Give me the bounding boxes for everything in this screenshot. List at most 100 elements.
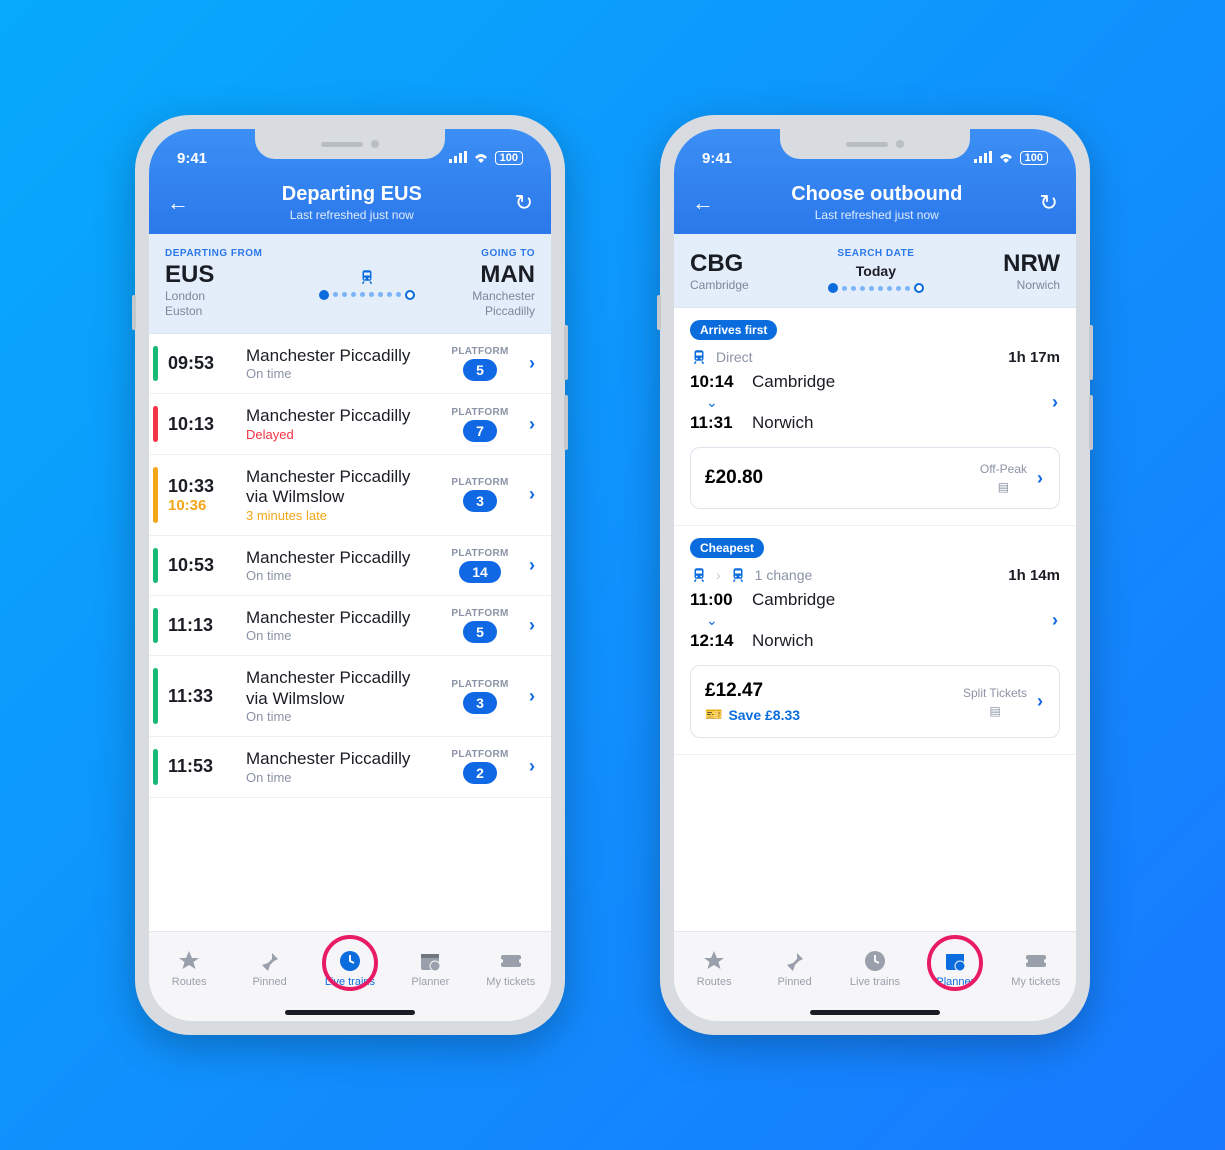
departure-row[interactable]: 11:33Manchester Piccadilly via WilmslowO… <box>149 656 551 737</box>
highlight-circle <box>322 935 378 991</box>
status-stripe <box>153 749 158 784</box>
platform-number: 14 <box>459 561 501 583</box>
home-indicator[interactable] <box>810 1010 940 1015</box>
actual-time: 10:36 <box>168 497 236 514</box>
from-code: CBG <box>690 250 749 278</box>
status-text: Delayed <box>246 427 433 442</box>
destination: Manchester Piccadilly <box>246 608 433 628</box>
changes-text: Direct <box>716 349 753 365</box>
tab-pinned[interactable]: Pinned <box>759 949 831 988</box>
phone-left: 9:41 100 ← Departing EUS Last refreshed … <box>135 115 565 1035</box>
destination: Manchester Piccadilly <box>246 749 433 769</box>
departure-time: 10:13 <box>168 414 236 435</box>
status-text: On time <box>246 628 433 643</box>
tab-planner[interactable]: Planner <box>394 949 466 988</box>
platform-number: 2 <box>463 762 497 784</box>
chevron-right-icon: › <box>1050 392 1060 413</box>
journey-card[interactable]: Cheapest›1 change1h 14m11:00Cambridge⌄12… <box>674 526 1076 755</box>
platform-label: PLATFORM <box>443 477 517 488</box>
tab-live-trains[interactable]: Live trains <box>314 949 386 988</box>
tab-tickets[interactable]: My tickets <box>475 949 547 988</box>
status-text: On time <box>246 366 433 381</box>
train-icon <box>690 566 708 584</box>
chevron-right-icon: › <box>1035 691 1045 712</box>
tab-routes[interactable]: Routes <box>153 949 225 988</box>
departure-time: 11:13 <box>168 615 236 636</box>
from-code: EUS <box>165 261 262 289</box>
back-button[interactable]: ← <box>692 190 714 216</box>
chevron-right-icon: › <box>527 484 537 505</box>
from-name: London Euston <box>165 289 262 319</box>
page-title: Departing EUS <box>282 183 422 206</box>
platform-label: PLATFORM <box>443 407 517 418</box>
fare-box[interactable]: £20.80Off-Peak▤› <box>690 447 1060 509</box>
to-name: Norwich <box>1003 278 1060 293</box>
chevron-right-icon: › <box>716 567 721 583</box>
route-bar[interactable]: DEPARTING FROM EUS London Euston GOING T… <box>149 234 551 334</box>
platform-number: 5 <box>463 359 497 381</box>
platform-label: PLATFORM <box>443 346 517 357</box>
chevron-right-icon: › <box>1050 610 1060 631</box>
to-name: Manchester Piccadilly <box>472 289 535 319</box>
tab-bar: Routes Pinned Live trains Planner My tic… <box>674 931 1076 1021</box>
platform-number: 3 <box>463 692 497 714</box>
tab-routes[interactable]: Routes <box>678 949 750 988</box>
arr-time: 12:14 <box>690 631 742 651</box>
home-indicator[interactable] <box>285 1010 415 1015</box>
tab-pinned[interactable]: Pinned <box>234 949 306 988</box>
status-text: 3 minutes late <box>246 508 433 523</box>
departure-row[interactable]: 09:53Manchester PiccadillyOn timePLATFOR… <box>149 334 551 394</box>
departure-row[interactable]: 11:53Manchester PiccadillyOn timePLATFOR… <box>149 737 551 797</box>
signal-icon <box>974 150 992 167</box>
tab-live-trains[interactable]: Live trains <box>839 949 911 988</box>
dep-time: 11:00 <box>690 590 742 610</box>
departure-row[interactable]: 11:13Manchester PiccadillyOn timePLATFOR… <box>149 596 551 656</box>
journey-card[interactable]: Arrives firstDirect1h 17m10:14Cambridge⌄… <box>674 308 1076 526</box>
arr-name: Norwich <box>752 413 813 433</box>
train-icon <box>690 348 708 366</box>
arr-time: 11:31 <box>690 413 742 433</box>
status-time: 9:41 <box>177 150 207 167</box>
departure-row[interactable]: 10:53Manchester PiccadillyOn timePLATFOR… <box>149 536 551 596</box>
departure-row[interactable]: 10:13Manchester PiccadillyDelayedPLATFOR… <box>149 394 551 454</box>
status-text: On time <box>246 709 433 724</box>
header: 9:41 100 ← Departing EUS Last refreshed … <box>149 129 551 234</box>
page-subtitle: Last refreshed just now <box>282 208 422 222</box>
journey-badge: Cheapest <box>690 538 764 558</box>
platform-number: 7 <box>463 420 497 442</box>
platform-number: 5 <box>463 621 497 643</box>
tab-tickets[interactable]: My tickets <box>1000 949 1072 988</box>
wifi-icon <box>998 150 1014 167</box>
savings: 🎫Save £8.33 <box>705 706 800 723</box>
from-label: DEPARTING FROM <box>165 248 262 259</box>
refresh-button[interactable]: ↻ <box>1040 190 1058 216</box>
train-icon <box>729 566 747 584</box>
ticket-icon: 🎫 <box>705 706 722 723</box>
route-bar[interactable]: CBG Cambridge SEARCH DATE Today NRW Norw… <box>674 234 1076 308</box>
refresh-button[interactable]: ↻ <box>515 190 533 216</box>
status-stripe <box>153 668 158 724</box>
departure-time: 10:53 <box>168 555 236 576</box>
destination: Manchester Piccadilly <box>246 548 433 568</box>
status-stripe <box>153 548 158 583</box>
journey-list: Arrives firstDirect1h 17m10:14Cambridge⌄… <box>674 308 1076 755</box>
duration: 1h 14m <box>1008 567 1060 584</box>
back-button[interactable]: ← <box>167 190 189 216</box>
platform-label: PLATFORM <box>443 548 517 559</box>
departure-time: 11:33 <box>168 686 236 707</box>
signal-icon <box>449 150 467 167</box>
chevron-right-icon: › <box>1035 468 1045 489</box>
fare-box[interactable]: £12.47🎫Save £8.33Split Tickets▤› <box>690 665 1060 738</box>
status-stripe <box>153 346 158 381</box>
chevron-right-icon: › <box>527 414 537 435</box>
tab-planner[interactable]: Planner <box>919 949 991 988</box>
chevron-right-icon: › <box>527 686 537 707</box>
search-date[interactable]: Today <box>856 263 896 279</box>
price: £20.80 <box>705 467 763 489</box>
chevron-right-icon: › <box>527 555 537 576</box>
wifi-icon <box>473 150 489 167</box>
page-subtitle: Last refreshed just now <box>791 208 962 222</box>
search-date-label: SEARCH DATE <box>837 248 914 259</box>
highlight-circle <box>927 935 983 991</box>
departure-row[interactable]: 10:3310:36Manchester Piccadilly via Wilm… <box>149 455 551 536</box>
